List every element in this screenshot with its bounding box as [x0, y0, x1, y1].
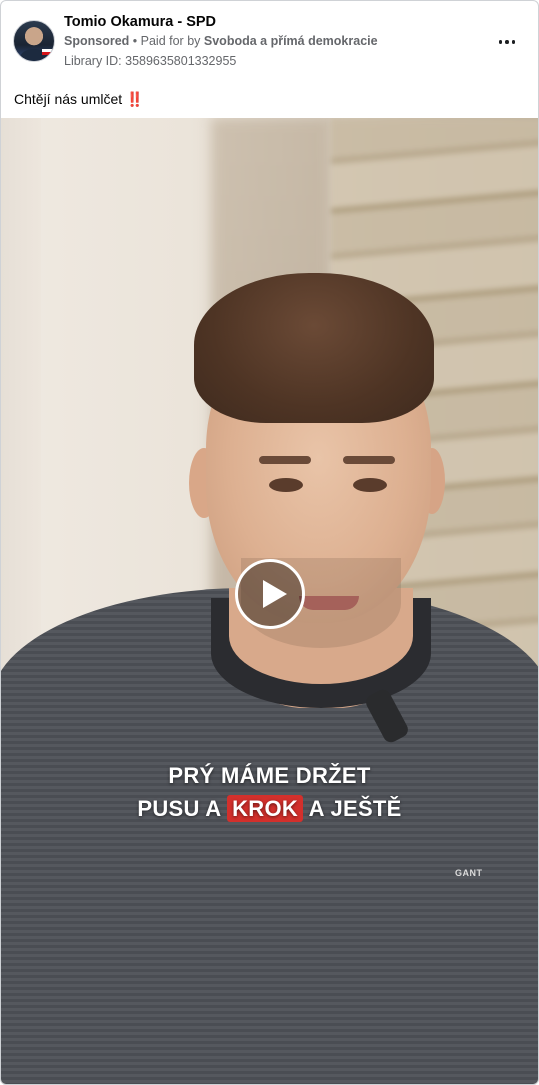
more-horizontal-icon: [498, 40, 503, 44]
person-eye-right: [353, 478, 387, 492]
play-icon[interactable]: [235, 559, 305, 629]
post-caption: Chtějí nás umlčet ‼️: [14, 91, 144, 108]
video-subtitle-line2: PUSU A KROK A JEŠTĚ: [1, 795, 538, 822]
person-brow-left: [259, 456, 311, 464]
sponsored-label: Sponsored: [64, 34, 130, 48]
double-exclamation-icon: ‼️: [126, 91, 144, 107]
page-name[interactable]: Tomio Okamura - SPD: [64, 14, 216, 30]
person-hair: [194, 273, 434, 423]
video-subtitle-line1: PRÝ MÁME DRŽET: [168, 763, 371, 788]
more-options-button[interactable]: [495, 32, 519, 52]
shirt-logo: GANT: [455, 868, 483, 878]
more-horizontal-icon: [505, 40, 509, 44]
page-avatar[interactable]: [13, 20, 55, 62]
caption-text: Chtějí nás umlčet: [14, 91, 123, 107]
more-horizontal-icon: [511, 40, 516, 44]
subtitle-highlight: KROK: [227, 795, 304, 822]
person-mouth: [299, 596, 359, 610]
library-id: Library ID: 3589635801332955: [64, 54, 237, 68]
flag-icon: [42, 49, 52, 55]
paid-for-prefix: Paid for by: [140, 34, 201, 48]
subtitle-pre: PUSU A: [137, 796, 221, 821]
sponsor-line: Sponsored • Paid for by Svoboda a přímá …: [64, 34, 378, 48]
subtitle-post: A JEŠTĚ: [308, 796, 402, 821]
person-brow-right: [343, 456, 395, 464]
separator-dot: •: [132, 34, 141, 48]
video-player[interactable]: GANT PRÝ MÁME DRŽET PUSU A KROK A JEŠTĚ: [1, 118, 538, 1084]
ad-card: Tomio Okamura - SPD Sponsored • Paid for…: [0, 0, 539, 1085]
person-eye-left: [269, 478, 303, 492]
payer-name[interactable]: Svoboda a přímá demokracie: [204, 34, 378, 48]
